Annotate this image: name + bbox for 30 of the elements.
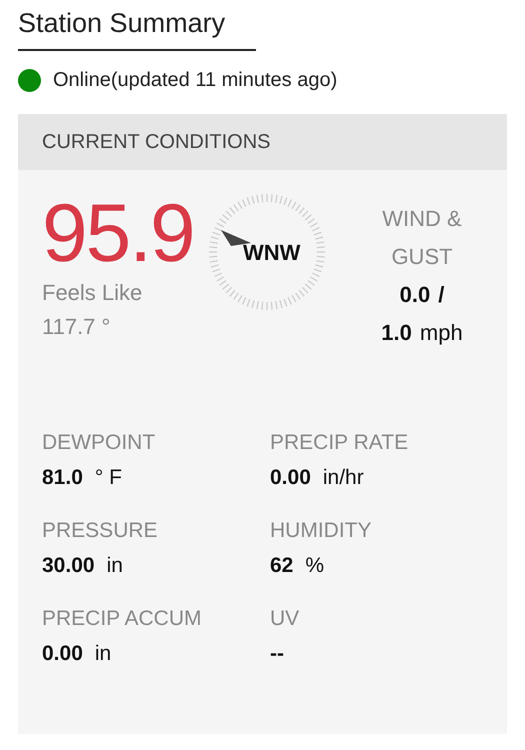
needle-icon: [221, 230, 251, 246]
metric-label: PRECIP RATE: [270, 430, 410, 456]
metric-value: 81.0: [42, 465, 83, 491]
metric-label: HUMIDITY: [270, 518, 372, 544]
status-text: Online(updated 11 minutes ago): [53, 69, 338, 92]
metric-unit: in: [106, 553, 123, 579]
metric-unit: in: [94, 641, 112, 667]
gust-speed: 1.0: [381, 319, 412, 347]
metric-label: PRECIP ACCUM: [42, 606, 202, 632]
feels-like-label: Feels Like: [42, 279, 144, 307]
metric-unit: ° F: [94, 465, 122, 491]
metric-unit: %: [305, 553, 324, 579]
page-title: Station Summary: [18, 8, 256, 51]
separator: /: [438, 281, 444, 309]
wind-speed: 0.0: [400, 281, 430, 309]
wind-unit: mph: [420, 319, 463, 347]
wind-direction: WNW: [243, 240, 300, 266]
temperature-value: 95.9: [42, 192, 195, 276]
metric-value: --: [270, 641, 284, 667]
feels-like-value: 117.7 °: [42, 313, 112, 341]
card-header: CURRENT CONDITIONS: [18, 114, 507, 170]
metric-unit: in/hr: [322, 465, 364, 491]
metric-value: 62: [270, 553, 294, 579]
metric-label: UV: [270, 606, 300, 632]
wind-label: WIND & GUST: [381, 205, 463, 271]
metric-value: 0.00: [42, 641, 83, 667]
metric-value: 0.00: [270, 465, 311, 491]
metric-label: DEWPOINT: [42, 430, 156, 456]
metric-value: 30.00: [42, 553, 95, 579]
metric-label: PRESSURE: [42, 518, 159, 544]
